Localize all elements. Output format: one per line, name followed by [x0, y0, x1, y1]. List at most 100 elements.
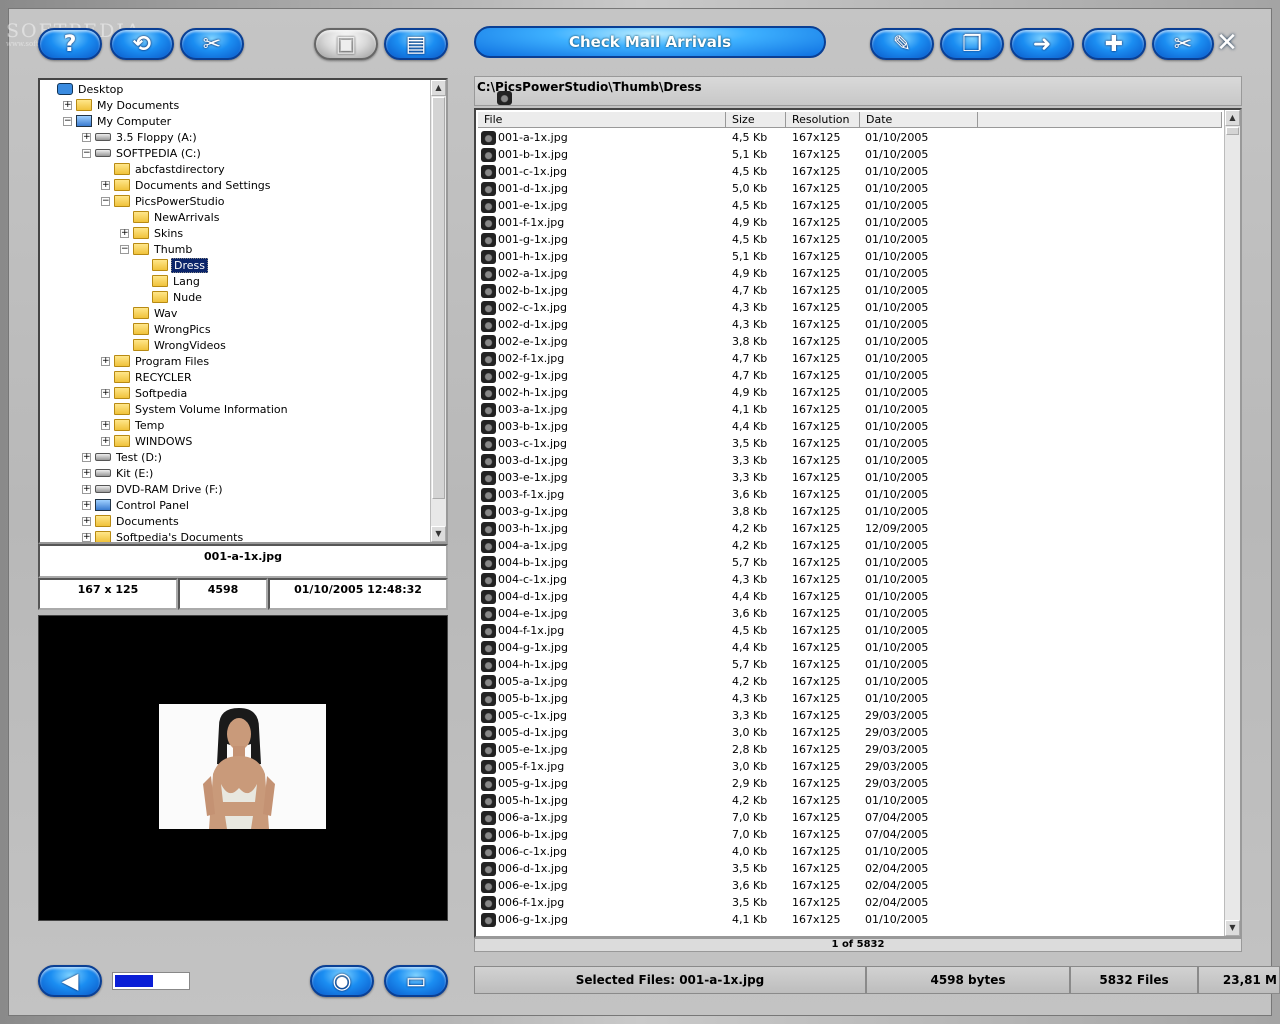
file-row[interactable]: 003-d-1x.jpg 3,3 Kb 167x125 01/10/2005 — [478, 452, 1220, 469]
file-row[interactable]: 003-f-1x.jpg 3,6 Kb 167x125 01/10/2005 — [478, 486, 1220, 503]
file-row[interactable]: 002-b-1x.jpg 4,7 Kb 167x125 01/10/2005 — [478, 282, 1220, 299]
file-row[interactable]: 002-h-1x.jpg 4,9 Kb 167x125 01/10/2005 — [478, 384, 1220, 401]
file-row[interactable]: 001-c-1x.jpg 4,5 Kb 167x125 01/10/2005 — [478, 163, 1220, 180]
restore-button[interactable]: ❐ — [940, 28, 1004, 60]
file-row[interactable]: 005-e-1x.jpg 2,8 Kb 167x125 29/03/2005 — [478, 741, 1220, 758]
file-row[interactable]: 001-g-1x.jpg 4,5 Kb 167x125 01/10/2005 — [478, 231, 1220, 248]
file-row[interactable]: 005-c-1x.jpg 3,3 Kb 167x125 29/03/2005 — [478, 707, 1220, 724]
scroll-thumb[interactable] — [1226, 127, 1239, 135]
tree-item[interactable]: RECYCLER — [101, 369, 194, 385]
tree-item[interactable]: − PicsPowerStudio — [101, 193, 227, 209]
expand-icon[interactable]: + — [82, 500, 91, 510]
folder-tree[interactable]: Desktop + My Documents − My Computer +3.5 Flo… — [38, 78, 448, 544]
tree-item[interactable]: Desktop — [44, 81, 125, 97]
expand-icon[interactable]: + — [101, 436, 110, 446]
sound-button[interactable]: ◀ — [38, 965, 102, 997]
collapse-icon[interactable]: − — [120, 244, 129, 254]
column-header[interactable]: File — [478, 112, 726, 128]
file-row[interactable]: 001-h-1x.jpg 5,1 Kb 167x125 01/10/2005 — [478, 248, 1220, 265]
tree-item[interactable]: Nude — [139, 289, 204, 305]
expand-icon[interactable]: + — [101, 356, 110, 366]
tools-button[interactable]: ✂ — [180, 28, 244, 60]
scroll-down-icon[interactable]: ▼ — [1225, 920, 1240, 936]
file-row[interactable]: 001-f-1x.jpg 4,9 Kb 167x125 01/10/2005 — [478, 214, 1220, 231]
file-row[interactable]: 002-c-1x.jpg 4,3 Kb 167x125 01/10/2005 — [478, 299, 1220, 316]
file-row[interactable]: 004-e-1x.jpg 3,6 Kb 167x125 01/10/2005 — [478, 605, 1220, 622]
collapse-icon[interactable]: − — [63, 116, 72, 126]
file-row[interactable]: 004-d-1x.jpg 4,4 Kb 167x125 01/10/2005 — [478, 588, 1220, 605]
file-row[interactable]: 006-b-1x.jpg 7,0 Kb 167x125 07/04/2005 — [478, 826, 1220, 843]
tree-item[interactable]: abcfastdirectory — [101, 161, 227, 177]
tree-item[interactable]: Lang — [139, 273, 202, 289]
file-row[interactable]: 003-a-1x.jpg 4,1 Kb 167x125 01/10/2005 — [478, 401, 1220, 418]
file-row[interactable]: 002-d-1x.jpg 4,3 Kb 167x125 01/10/2005 — [478, 316, 1220, 333]
file-row[interactable]: 003-g-1x.jpg 3,8 Kb 167x125 01/10/2005 — [478, 503, 1220, 520]
tree-item[interactable]: + My Documents — [63, 97, 181, 113]
expand-icon[interactable]: + — [101, 180, 110, 190]
tree-item[interactable]: + WINDOWS — [101, 433, 194, 449]
collapse-icon[interactable]: − — [82, 148, 91, 158]
expand-icon[interactable]: + — [101, 388, 110, 398]
file-row[interactable]: 004-c-1x.jpg 4,3 Kb 167x125 01/10/2005 — [478, 571, 1220, 588]
tree-item[interactable]: Dress — [139, 257, 208, 273]
tree-item[interactable]: − My Computer — [63, 113, 173, 129]
file-row[interactable]: 004-h-1x.jpg 5,7 Kb 167x125 01/10/2005 — [478, 656, 1220, 673]
file-row[interactable]: 002-g-1x.jpg 4,7 Kb 167x125 01/10/2005 — [478, 367, 1220, 384]
tree-item[interactable]: System Volume Information — [101, 401, 290, 417]
tree-item[interactable]: + Documents and Settings — [101, 177, 273, 193]
file-list-scrollbar[interactable]: ▲ ▼ — [1224, 110, 1240, 936]
check-mail-button[interactable]: Check Mail Arrivals — [474, 26, 826, 58]
file-row[interactable]: 006-f-1x.jpg 3,5 Kb 167x125 02/04/2005 — [478, 894, 1220, 911]
expand-icon[interactable]: + — [82, 484, 91, 494]
scroll-thumb[interactable] — [432, 97, 445, 499]
file-row[interactable]: 003-h-1x.jpg 4,2 Kb 167x125 12/09/2005 — [478, 520, 1220, 537]
tree-item[interactable]: − Thumb — [120, 241, 194, 257]
file-row[interactable]: 001-a-1x.jpg 4,5 Kb 167x125 01/10/2005 — [478, 129, 1220, 146]
column-header[interactable]: Resolution — [786, 112, 860, 128]
file-row[interactable]: 004-b-1x.jpg 5,7 Kb 167x125 01/10/2005 — [478, 554, 1220, 571]
file-row[interactable]: 006-c-1x.jpg 4,0 Kb 167x125 01/10/2005 — [478, 843, 1220, 860]
file-row[interactable]: 004-a-1x.jpg 4,2 Kb 167x125 01/10/2005 — [478, 537, 1220, 554]
file-row[interactable]: 001-b-1x.jpg 5,1 Kb 167x125 01/10/2005 — [478, 146, 1220, 163]
file-row[interactable]: 006-a-1x.jpg 7,0 Kb 167x125 07/04/2005 — [478, 809, 1220, 826]
tree-item[interactable]: + Softpedia's Documents — [82, 529, 245, 542]
cut-button[interactable]: ✂ — [1152, 28, 1214, 60]
expand-icon[interactable]: + — [82, 132, 91, 142]
column-header[interactable]: Size — [726, 112, 786, 128]
monitor-button[interactable]: ▭ — [384, 965, 448, 997]
tree-item[interactable]: + Documents — [82, 513, 181, 529]
tree-item[interactable]: + Skins — [120, 225, 185, 241]
tree-item[interactable]: NewArrivals — [120, 209, 221, 225]
help-button[interactable]: ? — [38, 28, 102, 60]
file-row[interactable]: 003-c-1x.jpg 3,5 Kb 167x125 01/10/2005 — [478, 435, 1220, 452]
file-row[interactable]: 001-e-1x.jpg 4,5 Kb 167x125 01/10/2005 — [478, 197, 1220, 214]
refresh-button[interactable]: ⟲ — [110, 28, 174, 60]
file-row[interactable]: 001-d-1x.jpg 5,0 Kb 167x125 01/10/2005 — [478, 180, 1220, 197]
tree-item[interactable]: − SOFTPEDIA (C:) — [82, 145, 203, 161]
expand-icon[interactable]: + — [63, 100, 72, 110]
file-row[interactable]: 005-a-1x.jpg 4,2 Kb 167x125 01/10/2005 — [478, 673, 1220, 690]
expand-icon[interactable]: + — [82, 532, 91, 542]
tree-scrollbar[interactable]: ▲ ▼ — [430, 80, 446, 542]
tree-item[interactable]: WrongPics — [120, 321, 213, 337]
tree-item[interactable]: + Softpedia — [101, 385, 189, 401]
file-row[interactable]: 002-a-1x.jpg 4,9 Kb 167x125 01/10/2005 — [478, 265, 1220, 282]
forward-button[interactable]: ➜ — [1010, 28, 1074, 60]
tree-item[interactable]: + Control Panel — [82, 497, 191, 513]
tree-item[interactable]: Wav — [120, 305, 179, 321]
tree-item[interactable]: +3.5 Floppy (A:) — [82, 129, 199, 145]
volume-bar[interactable] — [112, 972, 190, 990]
file-row[interactable]: 005-d-1x.jpg 3,0 Kb 167x125 29/03/2005 — [478, 724, 1220, 741]
file-row[interactable]: 005-g-1x.jpg 2,9 Kb 167x125 29/03/2005 — [478, 775, 1220, 792]
tree-item[interactable]: + Temp — [101, 417, 166, 433]
scroll-down-icon[interactable]: ▼ — [431, 526, 446, 542]
file-row[interactable]: 005-b-1x.jpg 4,3 Kb 167x125 01/10/2005 — [478, 690, 1220, 707]
file-row[interactable]: 006-d-1x.jpg 3,5 Kb 167x125 02/04/2005 — [478, 860, 1220, 877]
file-row[interactable]: 006-e-1x.jpg 3,6 Kb 167x125 02/04/2005 — [478, 877, 1220, 894]
expand-icon[interactable]: + — [82, 452, 91, 462]
collapse-icon[interactable]: − — [101, 196, 110, 206]
column-header[interactable]: Date — [860, 112, 978, 128]
scroll-up-icon[interactable]: ▲ — [1225, 110, 1240, 126]
view-button[interactable]: ◉ — [310, 965, 374, 997]
file-row[interactable]: 003-e-1x.jpg 3,3 Kb 167x125 01/10/2005 — [478, 469, 1220, 486]
